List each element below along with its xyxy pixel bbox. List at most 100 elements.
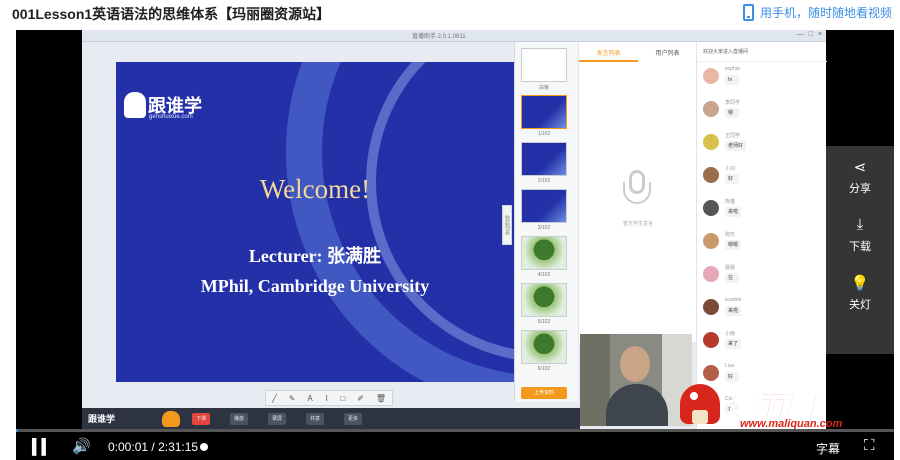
chat-message-text: 来啦 — [725, 207, 742, 217]
chat-message: 小刘好 — [703, 165, 823, 201]
slide-thumbnail-label: 白板 — [538, 85, 549, 91]
slide-lecturer: Lecturer: 张满胜 — [248, 246, 382, 266]
phone-icon — [742, 4, 754, 21]
draw-tool-icon[interactable]: ✐ — [357, 394, 364, 403]
chat-message-text: 来了 — [725, 339, 742, 349]
video-title: 001Lesson1英语语法的思维体系【玛丽圈资源站】 — [12, 6, 331, 22]
site-watermark: 玛丽圈 www.maliquan.com — [680, 380, 880, 434]
mobile-watch-link[interactable]: 用手机，随时随地看视频 — [742, 4, 892, 21]
slide-thumbnail-label: 5/102 — [537, 319, 551, 325]
chat-message-author: 小刘 — [725, 166, 736, 172]
chat-message-text: hi — [725, 75, 739, 85]
app-toolbar-button[interactable]: 录屏 — [268, 413, 287, 425]
slide-thumbnail[interactable] — [521, 95, 567, 129]
chat-header: 欢迎大家进入直播间 — [697, 46, 827, 62]
slide-thumbnail[interactable] — [521, 236, 567, 270]
draw-tool-icon[interactable]: 🗑 — [376, 394, 386, 403]
chat-message-author: 阿杰 — [725, 232, 736, 238]
tab-speaker-list[interactable]: 发言列表 — [579, 48, 638, 62]
chat-message-text: 来啦 — [725, 306, 742, 316]
share-label: 分享 — [849, 183, 871, 195]
app-toolbar-button[interactable]: 播放 — [230, 413, 249, 425]
share-button[interactable]: ⋖ 分享 — [826, 146, 894, 204]
subtitle-button[interactable]: 字幕 — [816, 440, 840, 457]
window-button[interactable]: □ — [809, 31, 813, 38]
seek-handle[interactable] — [200, 443, 208, 451]
slide-logo-url: genshuixue.com — [149, 114, 193, 120]
pause-button[interactable]: ▍▍ — [32, 438, 53, 456]
slide-thumbnail-list: 上传资料 白板 1/102 2/102 3/102 4/102 5/102 6/102 — [514, 42, 578, 402]
current-time: 0:00:01 — [108, 440, 149, 454]
slide-thumbnail[interactable] — [521, 142, 567, 176]
slide-thumbnail-label: 2/102 — [537, 178, 551, 184]
avatar — [703, 167, 719, 183]
microphone-stand-icon — [623, 182, 651, 204]
avatar — [703, 266, 719, 282]
share-icon: ⋖ — [853, 159, 867, 176]
chat-message: 晨晨在 — [703, 264, 823, 300]
draw-tool-icon[interactable]: ╱ — [272, 394, 277, 403]
download-label: 下载 — [849, 241, 871, 253]
slide-thumbnail-label: 3/102 — [537, 225, 551, 231]
slide-thumbnail-label: 6/102 — [537, 366, 551, 372]
mushroom-logo-icon — [680, 384, 720, 424]
question-logo-icon — [124, 92, 146, 118]
slide-thumbnail-label: 4/102 — [537, 272, 551, 278]
chat-message-text: 在 — [725, 273, 739, 283]
avatar — [703, 365, 719, 381]
volume-icon[interactable]: 🔊 — [72, 437, 91, 455]
player-controls: ▍▍ 🔊 0:00:01 / 2:31:15 字幕 ⛶ — [16, 432, 894, 460]
draw-tool-icon[interactable]: A — [307, 394, 312, 403]
upload-material-button[interactable]: 上传资料 — [521, 387, 567, 399]
slide-thumbnail[interactable] — [521, 330, 567, 364]
chat-message-author: 晨晨 — [725, 265, 736, 271]
avatar — [703, 299, 719, 315]
chat-message: 阿杰 嗯嗯 — [703, 231, 823, 267]
teacher-webcam — [580, 334, 692, 426]
avatar — [703, 101, 719, 117]
app-window-titlebar: 直播助手 2.0.1.0611 — □ × — [82, 30, 826, 42]
download-icon: ⤓ — [856, 216, 864, 233]
avatar — [703, 332, 719, 348]
tab-user-list[interactable]: 用户列表 — [638, 48, 697, 62]
app-toolbar-button[interactable]: 下课 — [192, 413, 211, 425]
lights-off-label: 关灯 — [849, 299, 871, 311]
lights-off-button[interactable]: 💡 关灯 — [826, 262, 894, 320]
chat-message: 李同学嗯 — [703, 99, 823, 135]
chat-message-author: 李同学 — [725, 100, 741, 106]
slide-thumbnail[interactable] — [521, 48, 567, 82]
webcam-person-body — [606, 384, 668, 426]
download-button[interactable]: ⤓ 下载 — [826, 204, 894, 262]
slide-thumbnail-label: 1/102 — [537, 131, 551, 137]
drawing-toolbar: ╱ ✎ A ⌇ □ ✐ 🗑 — [265, 390, 393, 406]
video-player[interactable]: 直播助手 2.0.1.0611 — □ × 跟谁学 genshuixue.com W… — [16, 30, 894, 460]
avatar — [703, 134, 719, 150]
speaker-panel: 发言列表 用户列表 暂无学生发言 — [578, 42, 696, 342]
chat-message-author: 王同学 — [725, 133, 741, 139]
total-time: 2:31:15 — [158, 440, 199, 454]
chat-message-text: 老师好 — [725, 141, 747, 151]
chat-message: 王同学 老师好 — [703, 132, 823, 168]
app-bottom-toolbar: 跟谁学 下课 播放 录屏 共享 更多 — [82, 408, 580, 430]
draw-tool-icon[interactable]: ⌇ — [325, 394, 329, 403]
chat-message-text: 嗯 — [725, 108, 739, 118]
slide-thumbnail[interactable] — [521, 283, 567, 317]
collapse-list-tab[interactable]: 收起列表 — [502, 205, 512, 245]
app-toolbar-button[interactable]: 更多 — [344, 413, 363, 425]
title-bar: 001Lesson1英语语法的思维体系【玛丽圈资源站】 用手机，随时随地看视频 — [0, 0, 900, 30]
chat-message-author: scarlett — [725, 297, 742, 303]
slide-thumbnail[interactable] — [521, 189, 567, 223]
window-button[interactable]: × — [818, 31, 822, 38]
app-toolbar-button[interactable]: 共享 — [306, 413, 325, 425]
app-window-title: 直播助手 2.0.1.0611 — [412, 34, 466, 40]
draw-tool-icon[interactable]: □ — [340, 394, 345, 403]
page: 001Lesson1英语语法的思维体系【玛丽圈资源站】 用手机，随时随地看视频 … — [0, 0, 900, 460]
webcam-person-head — [620, 346, 650, 382]
draw-tool-icon[interactable]: ✎ — [289, 394, 296, 403]
fullscreen-icon[interactable]: ⛶ — [864, 437, 875, 454]
time-display: 0:00:01 / 2:31:15 — [108, 440, 199, 454]
window-button[interactable]: — — [797, 31, 804, 38]
avatar — [703, 233, 719, 249]
avatar — [703, 200, 719, 216]
mobile-hint-label: 用手机，随时随地看视频 — [759, 6, 892, 20]
